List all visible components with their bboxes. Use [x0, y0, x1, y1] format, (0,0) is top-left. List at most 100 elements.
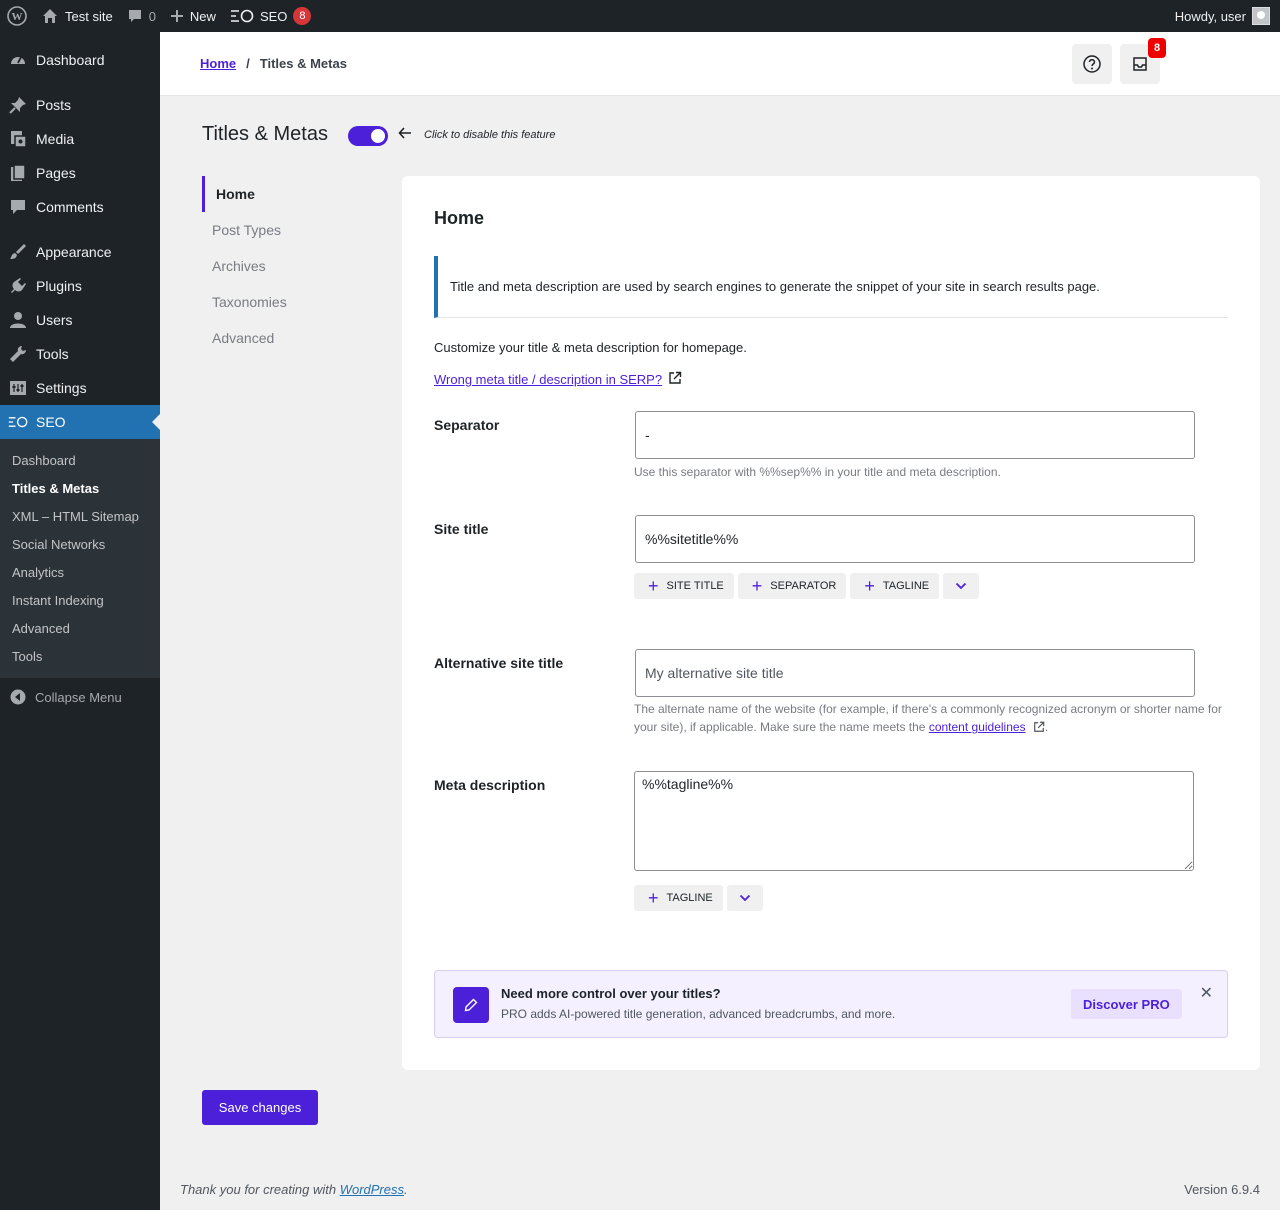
collapse-icon — [10, 689, 26, 705]
howdy-text: Howdy, user — [1174, 8, 1246, 24]
pages-icon — [8, 163, 28, 183]
settings-card: Home Title and meta description are used… — [402, 176, 1260, 1070]
subnav-post-types[interactable]: Post Types — [202, 212, 382, 248]
chevron-down-icon — [739, 894, 750, 902]
submenu-titles-metas[interactable]: Titles & Metas — [0, 474, 160, 502]
feature-toggle[interactable] — [348, 126, 388, 146]
separator-input[interactable] — [635, 411, 1195, 459]
tag-label: SITE TITLE — [666, 580, 724, 592]
separator-help: Use this separator with %%sep%% in your … — [634, 465, 1001, 479]
menu-settings[interactable]: Settings — [0, 371, 160, 405]
admin-bar: W Test site 0 New SEO 8 Howdy, user — [0, 0, 1280, 32]
menu-label: Posts — [36, 97, 72, 113]
notifications-button[interactable]: 8 — [1120, 38, 1166, 84]
comments-link[interactable]: 0 — [120, 0, 163, 32]
version-text: Version 6.9.4 — [1184, 1182, 1260, 1197]
avatar — [1252, 7, 1270, 25]
submenu-dashboard[interactable]: Dashboard — [0, 446, 160, 474]
menu-label: Dashboard — [36, 52, 105, 68]
wrench-icon — [8, 344, 28, 364]
submenu-social-networks[interactable]: Social Networks — [0, 530, 160, 558]
submenu-analytics[interactable]: Analytics — [0, 558, 160, 586]
menu-appearance[interactable]: Appearance — [0, 235, 160, 269]
seo-adminbar-button[interactable]: SEO 8 — [223, 0, 318, 32]
seo-icon — [230, 9, 254, 23]
user-icon — [8, 310, 28, 330]
site-title-input[interactable] — [635, 515, 1195, 563]
subnav-home[interactable]: Home — [202, 176, 382, 212]
tag-label: TAGLINE — [666, 892, 713, 904]
menu-dashboard[interactable]: Dashboard — [0, 43, 160, 77]
footer-text-end: . — [404, 1182, 408, 1197]
plus-icon: + — [751, 576, 763, 596]
page-title: Titles & Metas — [202, 123, 328, 145]
submenu-instant-indexing[interactable]: Instant Indexing — [0, 586, 160, 614]
external-link-icon — [1033, 720, 1045, 738]
seo-label: SEO — [259, 8, 288, 24]
pin-icon — [8, 95, 28, 115]
alt-title-label: Alternative site title — [434, 655, 564, 671]
meta-desc-textarea[interactable]: %%tagline%% — [634, 771, 1194, 871]
more-tags-button[interactable] — [726, 885, 763, 911]
menu-plugins[interactable]: Plugins — [0, 269, 160, 303]
serp-link-label: Wrong meta title / description in SERP? — [434, 372, 663, 387]
alt-help-end: . — [1044, 720, 1049, 734]
wordpress-logo-button[interactable]: W — [0, 0, 34, 32]
meta-desc-label: Meta description — [434, 777, 546, 793]
submenu-sitemap[interactable]: XML – HTML Sitemap — [0, 502, 160, 530]
footer-thanks: Thank you for creating with WordPress. — [180, 1182, 408, 1197]
menu-users[interactable]: Users — [0, 303, 160, 337]
breadcrumb-current: Titles & Metas — [259, 56, 347, 71]
tag-label: SEPARATOR — [770, 580, 837, 592]
alt-title-input[interactable] — [635, 649, 1195, 697]
submenu-advanced[interactable]: Advanced — [0, 614, 160, 642]
menu-media[interactable]: Media — [0, 122, 160, 156]
submenu-tools[interactable]: Tools — [0, 642, 160, 670]
collapse-menu-button[interactable]: Collapse Menu — [0, 680, 160, 714]
menu-label: Tools — [36, 346, 69, 362]
tag-tagline-button[interactable]: + TAGLINE — [850, 573, 940, 599]
close-icon[interactable]: ✕ — [1200, 983, 1213, 1003]
breadcrumb-home-link[interactable]: Home — [200, 56, 236, 71]
menu-seo[interactable]: SEO — [0, 405, 160, 439]
help-button[interactable] — [1072, 44, 1112, 84]
comment-icon — [128, 10, 141, 22]
serp-help-link[interactable]: Wrong meta title / description in SERP? — [434, 371, 682, 388]
promo-text: PRO adds AI-powered title generation, ad… — [501, 1007, 896, 1021]
menu-label: Users — [36, 312, 73, 328]
alt-title-help: The alternate name of the website (for e… — [634, 700, 1234, 738]
media-icon — [8, 129, 28, 149]
brush-icon — [8, 242, 28, 262]
discover-pro-button[interactable]: Discover PRO — [1071, 989, 1182, 1019]
menu-label: Comments — [36, 199, 104, 215]
tag-tagline-button[interactable]: + TAGLINE — [634, 885, 723, 911]
more-tags-button[interactable] — [943, 573, 980, 599]
subnav-archives[interactable]: Archives — [202, 248, 382, 284]
separator-label: Separator — [434, 417, 500, 433]
plus-icon: + — [648, 576, 659, 596]
meta-desc-tags: + TAGLINE — [634, 885, 763, 911]
site-name-link[interactable]: Test site — [34, 0, 120, 32]
menu-tools[interactable]: Tools — [0, 337, 160, 371]
comments-count: 0 — [148, 8, 156, 24]
footer-text: Thank you for creating with — [180, 1182, 337, 1197]
menu-comments[interactable]: Comments — [0, 190, 160, 224]
wordpress-icon: W — [7, 6, 27, 26]
subnav-advanced[interactable]: Advanced — [202, 320, 382, 356]
new-content-button[interactable]: New — [163, 0, 223, 32]
account-menu[interactable]: Howdy, user — [1168, 0, 1280, 32]
content-guidelines-link[interactable]: content guidelines — [929, 720, 1026, 734]
inbox-icon — [1133, 57, 1147, 71]
wordpress-link[interactable]: WordPress — [340, 1182, 404, 1197]
seo-submenu: Dashboard Titles & Metas XML – HTML Site… — [0, 439, 160, 678]
svg-text:W: W — [12, 11, 23, 23]
subnav-taxonomies[interactable]: Taxonomies — [202, 284, 382, 320]
tag-separator-button[interactable]: + SEPARATOR — [737, 573, 847, 599]
save-button[interactable]: Save changes — [202, 1090, 318, 1125]
menu-pages[interactable]: Pages — [0, 156, 160, 190]
home-icon — [43, 9, 57, 23]
menu-posts[interactable]: Posts — [0, 88, 160, 122]
tag-site-title-button[interactable]: + SITE TITLE — [634, 573, 734, 599]
menu-label: Pages — [36, 165, 76, 181]
seo-notification-badge: 8 — [293, 7, 312, 25]
